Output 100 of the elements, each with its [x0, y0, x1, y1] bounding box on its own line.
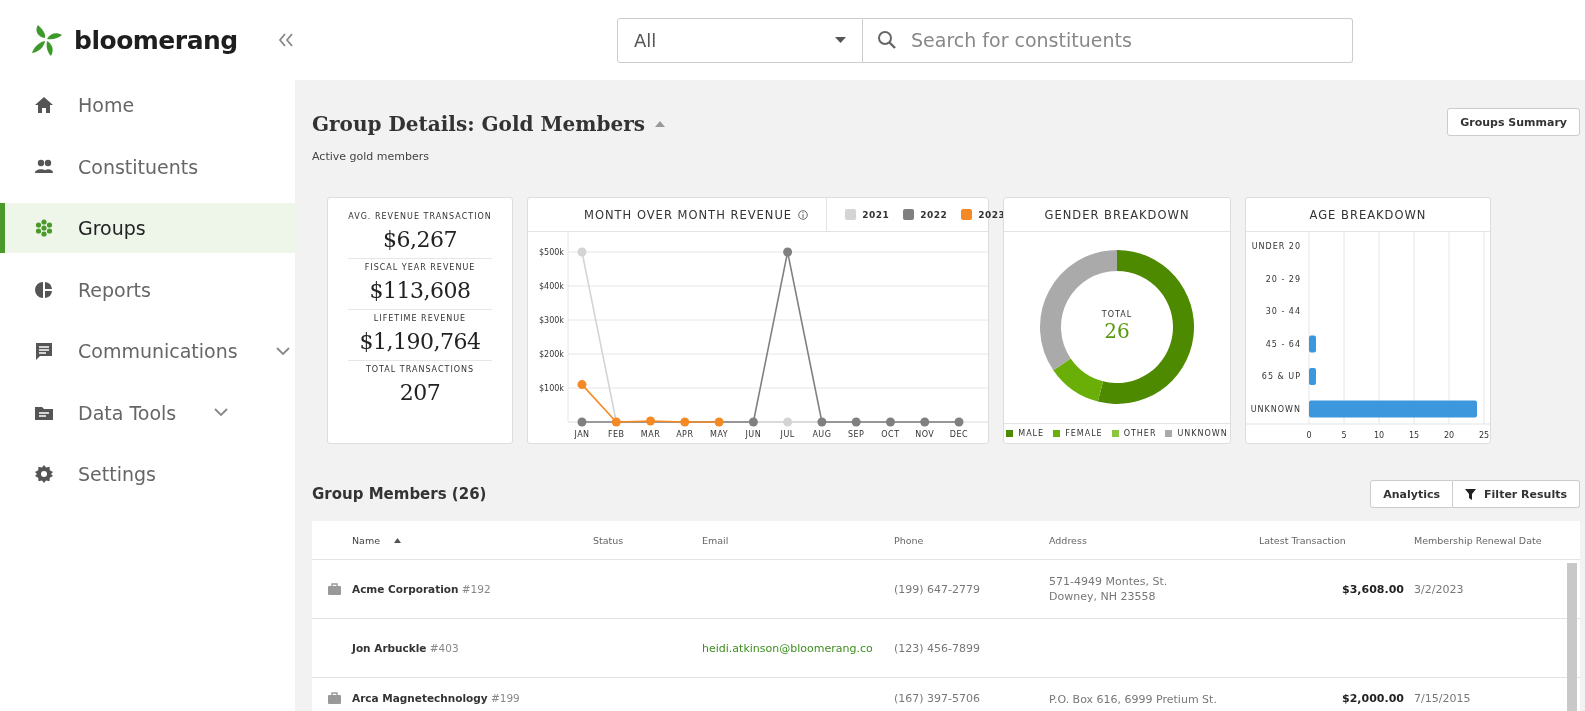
- chevron-down-icon[interactable]: [275, 346, 290, 356]
- legend-label: 2022: [920, 209, 948, 220]
- filter-icon: [1465, 488, 1477, 500]
- groups-summary-button[interactable]: Groups Summary: [1447, 108, 1580, 136]
- nav-icon: [34, 218, 54, 238]
- data-point: [577, 417, 587, 427]
- data-point: [577, 380, 587, 390]
- address-cell: P.O. Box 616, 6999 Pretium St.: [1049, 693, 1217, 706]
- stat-label: TOTAL TRANSACTIONS: [364, 365, 476, 374]
- stat-value: $6,267: [382, 227, 458, 252]
- axis-label: JUN: [745, 430, 762, 439]
- chart-title: MONTH OVER MONTH REVENUE: [584, 207, 793, 222]
- column-header[interactable]: Address: [1049, 534, 1087, 546]
- column-header[interactable]: Status: [593, 534, 624, 546]
- data-point: [817, 417, 827, 427]
- briefcase-icon: [327, 583, 341, 595]
- chart-title: GENDER BREAKDOWN: [1004, 198, 1230, 232]
- scope-dropdown[interactable]: All: [617, 17, 863, 63]
- data-point: [920, 417, 930, 427]
- total-label: TOTAL: [1101, 310, 1133, 319]
- axis-label: AUG: [812, 430, 832, 439]
- column-header[interactable]: Phone: [894, 534, 924, 546]
- briefcase-icon: [327, 692, 341, 704]
- renewal-date: 7/15/2015: [1414, 692, 1471, 705]
- axis-label: 0: [1306, 431, 1312, 440]
- total-value: 26: [1104, 319, 1130, 343]
- column-header[interactable]: Membership Renewal Date: [1414, 534, 1542, 546]
- sort-caret-icon[interactable]: [394, 537, 402, 543]
- brand-name: bloomerang: [74, 25, 238, 55]
- data-point: [885, 417, 895, 427]
- transaction-amount: $2,000.00: [1342, 692, 1404, 705]
- search-field[interactable]: Search for constituents: [863, 17, 1353, 63]
- bar: [1309, 368, 1316, 385]
- sidebar-item[interactable]: Communications: [0, 326, 295, 376]
- legend-label: FEMALE: [1065, 429, 1103, 438]
- sidebar-item[interactable]: Constituents: [0, 141, 295, 192]
- member-name[interactable]: Jon Arbuckle #403: [352, 642, 593, 654]
- data-point: [783, 247, 793, 257]
- phone-cell-text: (123) 456-7899: [894, 641, 982, 655]
- data-point: [714, 417, 724, 427]
- data-point: [748, 417, 758, 427]
- axis-label: DEC: [949, 430, 969, 439]
- stat-label: LIFETIME REVENUE: [372, 314, 468, 323]
- legend-label: 2021: [862, 209, 890, 220]
- data-point: [851, 417, 861, 427]
- sidebar-item[interactable]: Data Tools: [0, 387, 295, 438]
- analytics-button[interactable]: Analytics: [1370, 480, 1454, 508]
- stat-value: $1,190,764: [358, 329, 482, 354]
- axis-label: OCT: [881, 430, 900, 439]
- axis-label: MAY: [710, 430, 729, 439]
- nav-icon: [34, 279, 54, 300]
- axis-label: 20: [1443, 431, 1455, 440]
- nav-icon: [34, 464, 54, 484]
- axis-label: 45 - 64: [1265, 339, 1301, 349]
- axis-label: APR: [676, 430, 694, 439]
- nav-icon: [34, 95, 54, 115]
- axis-label: NOV: [915, 430, 935, 439]
- column-header[interactable]: Email: [702, 534, 729, 546]
- stat-value: $113,608: [368, 278, 472, 303]
- axis-label: JAN: [574, 430, 590, 439]
- sidebar-item[interactable]: Home: [0, 80, 295, 130]
- transaction-amount: $3,608.00: [1342, 582, 1404, 596]
- column-header[interactable]: Name: [352, 534, 381, 546]
- legend-label: OTHER: [1123, 429, 1157, 438]
- sidebar-item[interactable]: Reports: [0, 264, 295, 315]
- renewal-date: 3/2/2023: [1414, 582, 1464, 596]
- axis-label: $300k: [539, 316, 564, 325]
- scrollbar[interactable]: [1567, 563, 1577, 711]
- filter-button[interactable]: Filter Results: [1453, 480, 1580, 508]
- column-header[interactable]: Latest Transaction: [1259, 534, 1346, 546]
- caret-down-icon: [835, 37, 846, 43]
- axis-label: JUL: [780, 430, 795, 439]
- info-icon[interactable]: [798, 209, 809, 220]
- axis-label: 5: [1341, 431, 1347, 440]
- axis-label: $100k: [539, 384, 564, 393]
- member-name[interactable]: Acme Corporation #192: [352, 583, 593, 595]
- sidebar-item[interactable]: Settings: [0, 449, 295, 499]
- search-icon: [877, 29, 897, 50]
- chevron-down-icon[interactable]: [214, 408, 229, 417]
- caret-up-icon[interactable]: [655, 121, 665, 127]
- phone-cell-text: (167) 397-5706: [894, 692, 982, 705]
- sidebar-item[interactable]: Groups: [0, 203, 295, 253]
- axis-label: 65 & UP: [1261, 372, 1301, 381]
- page-subtitle: Active gold members: [312, 150, 430, 163]
- phone-cell-text: (199) 647-2779: [894, 582, 982, 596]
- chart-title: AGE BREAKDOWN: [1246, 198, 1490, 232]
- axis-label: 10: [1373, 431, 1385, 440]
- nav-icon: [34, 341, 54, 361]
- axis-label: MAR: [640, 430, 661, 439]
- email-link[interactable]: heidi.atkinson@bloomerang.co: [702, 641, 873, 655]
- axis-label: $500k: [539, 248, 564, 257]
- axis-label: UNKNOWN: [1250, 404, 1301, 414]
- legend-label: MALE: [1018, 429, 1045, 438]
- data-point: [680, 417, 690, 427]
- axis-label: SEP: [847, 430, 865, 439]
- axis-label: 20 - 29: [1265, 274, 1301, 284]
- axis-label: 30 - 44: [1265, 307, 1301, 316]
- collapse-icon[interactable]: [277, 33, 294, 47]
- member-name[interactable]: Arca Magnetechnology #199: [352, 692, 593, 704]
- section-title: Group Members (26): [312, 485, 487, 503]
